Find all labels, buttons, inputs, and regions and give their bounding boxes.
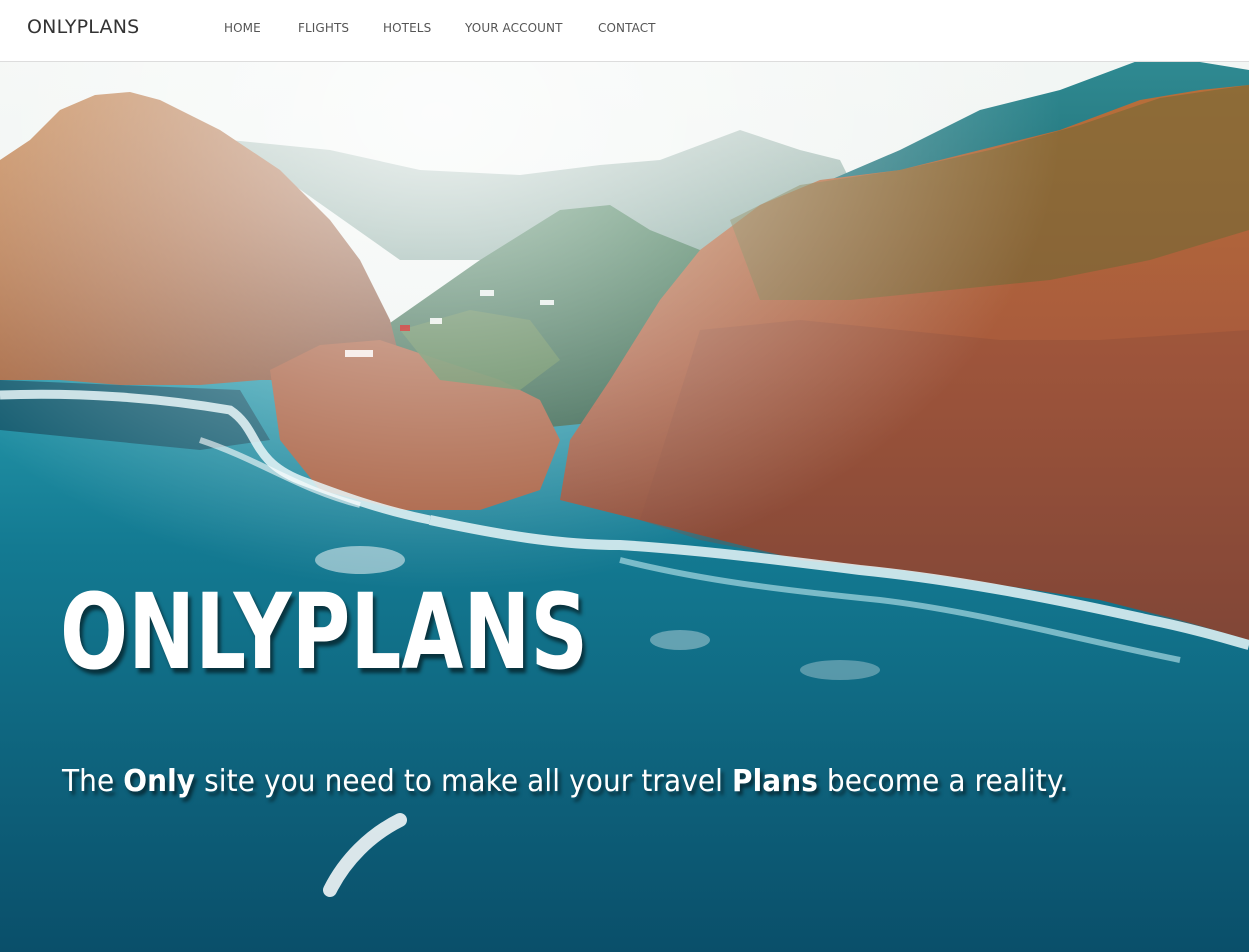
tagline-part-2: site you need to make all your travel xyxy=(195,764,732,799)
hero-title: ONLYPLANS xyxy=(60,571,589,693)
page: ONLYPLANS HOME FLIGHTS HOTELS YOUR ACCOU… xyxy=(0,0,1249,952)
nav-hotels[interactable]: HOTELS xyxy=(383,21,431,35)
tagline-part-3: become a reality. xyxy=(817,764,1069,799)
hero-tagline: The Only site you need to make all your … xyxy=(62,763,1068,801)
brand-logo[interactable]: ONLYPLANS xyxy=(27,16,139,38)
tagline-part-1: The xyxy=(62,764,124,799)
nav-home[interactable]: HOME xyxy=(224,21,261,35)
tagline-emphasis-only: Only xyxy=(123,764,196,799)
top-navbar: ONLYPLANS HOME FLIGHTS HOTELS YOUR ACCOU… xyxy=(0,0,1249,62)
tagline-emphasis-plans: Plans xyxy=(731,764,818,799)
hero-background-image xyxy=(0,0,1249,952)
nav-your-account[interactable]: YOUR ACCOUNT xyxy=(465,21,563,35)
nav-flights[interactable]: FLIGHTS xyxy=(298,21,349,35)
nav-contact[interactable]: CONTACT xyxy=(598,21,656,35)
